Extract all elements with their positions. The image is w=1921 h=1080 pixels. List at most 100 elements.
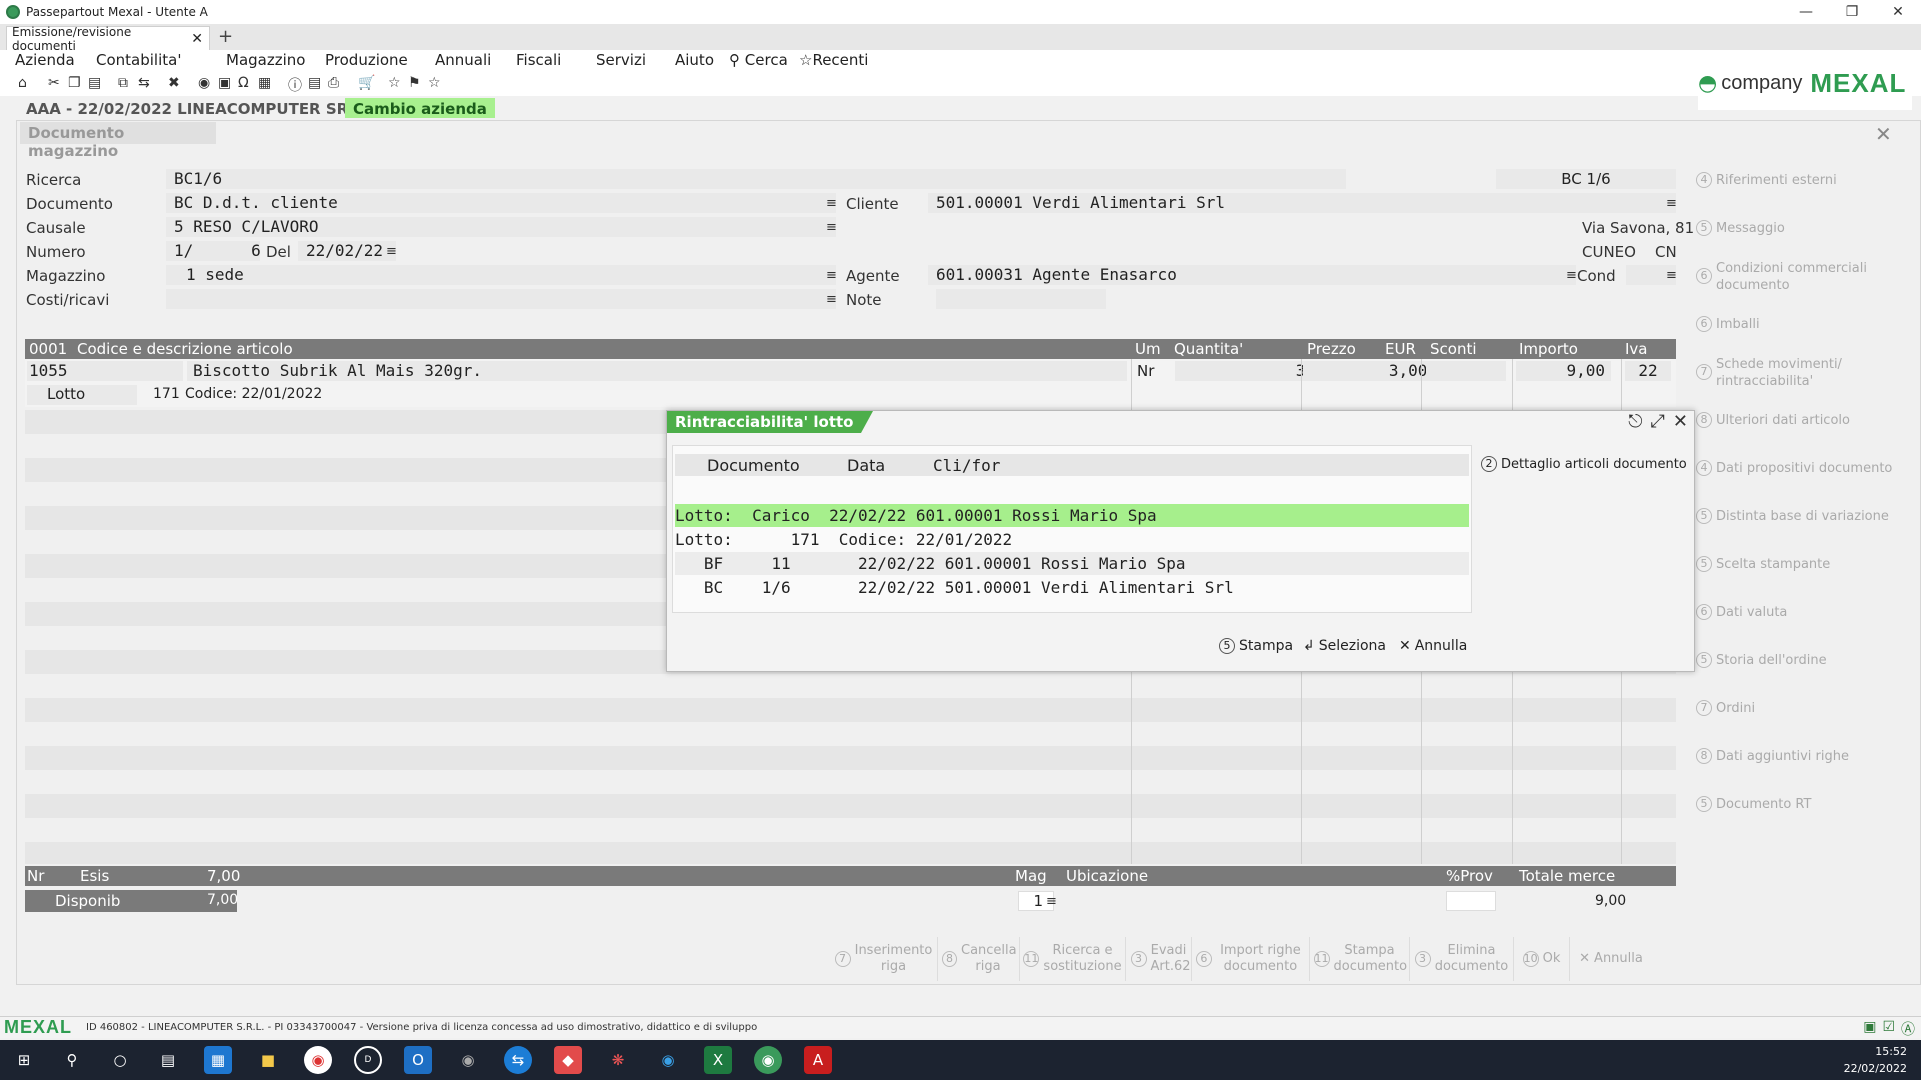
table-row[interactable]: 1055 Biscotto Subrik Al Mais 320gr. Nr 3…	[25, 359, 1676, 383]
cart-icon[interactable]: 🛒	[358, 75, 375, 91]
side-distinta-base[interactable]: 5 Distinta base di variazione	[1690, 508, 1916, 525]
notes-icon[interactable]: ▤	[308, 75, 321, 91]
side-scelta-stampante[interactable]: 5 Scelta stampante	[1690, 556, 1916, 573]
search-replace-button[interactable]: 11 Ricerca e sostituzione	[1020, 937, 1126, 981]
font-icon[interactable]: Ⓐ	[1901, 1019, 1915, 1039]
monitor-icon[interactable]: ▣	[1863, 1019, 1876, 1039]
delete-row-button[interactable]: 8 Cancella riga	[938, 937, 1020, 981]
copy-icon[interactable]: ❐	[68, 75, 81, 91]
menu-fiscali[interactable]: Fiscali	[516, 51, 561, 69]
change-company-button[interactable]: Cambio azienda	[345, 98, 495, 118]
magazzino-input[interactable]: 1 sede	[166, 265, 836, 285]
agente-menu-icon[interactable]: ≡	[1566, 268, 1577, 283]
documento-menu-icon[interactable]: ≡	[826, 196, 837, 211]
article-code[interactable]: 1055	[27, 361, 183, 381]
print-icon[interactable]: ⎙	[328, 75, 339, 91]
chrome-icon[interactable]: ◉	[304, 1046, 332, 1074]
side-ordini[interactable]: 7 Ordini	[1690, 700, 1916, 717]
outlook-icon[interactable]: O	[404, 1046, 432, 1074]
close-tab-icon[interactable]: ✕	[191, 31, 203, 47]
list-item[interactable]: Lotto: 171 Codice: 22/01/2022	[675, 528, 1469, 551]
side-condizioni-commerciali[interactable]: 6 Condizioni commerciali documento	[1690, 260, 1916, 294]
menu-produzione[interactable]: Produzione	[325, 51, 408, 69]
help-icon[interactable]: ⓘ	[288, 75, 302, 95]
side-messaggio[interactable]: 5 Messaggio	[1690, 220, 1916, 237]
menu-aiuto[interactable]: Aiuto	[675, 51, 714, 69]
folder-icon[interactable]: ■	[254, 1046, 282, 1074]
side-imballi[interactable]: 6 Imballi	[1690, 316, 1916, 333]
menu-magazzino[interactable]: Magazzino	[226, 51, 305, 69]
side-dati-propositivi[interactable]: 4 Dati propositivi documento	[1690, 460, 1916, 477]
cut-icon[interactable]: ✂	[48, 75, 60, 91]
cliente-input[interactable]: 501.00001 Verdi Alimentari Srl	[928, 193, 1676, 213]
camera-icon[interactable]: ◉	[198, 75, 210, 91]
restore-button[interactable]: ❐	[1829, 0, 1875, 24]
article-amount[interactable]: 9,00	[1516, 361, 1611, 381]
table-row[interactable]	[25, 842, 1676, 864]
star-outline-icon[interactable]: ☆	[428, 75, 441, 91]
app-icon[interactable]: ◉	[454, 1046, 482, 1074]
duplicate-icon[interactable]: ⧉	[118, 75, 128, 91]
list-item[interactable]: Lotto: Carico 22/02/22 601.00001 Rossi M…	[675, 504, 1469, 527]
date-menu-icon[interactable]: ≡	[386, 244, 397, 259]
tab-emissione[interactable]: Emissione/revisione documenti ✕	[6, 25, 210, 53]
home-icon[interactable]: ⌂	[18, 75, 27, 91]
cancel-dialog-button[interactable]: ✕ Annulla	[1395, 633, 1471, 659]
menu-azienda[interactable]: Azienda	[15, 51, 75, 69]
table-row[interactable]	[25, 746, 1676, 770]
acrobat-icon[interactable]: A	[804, 1046, 832, 1074]
cliente-menu-icon[interactable]: ≡	[1666, 196, 1677, 211]
menu-annuali[interactable]: Annuali	[435, 51, 491, 69]
side-documento-rt[interactable]: 5 Documento RT	[1690, 796, 1916, 813]
transfer-icon[interactable]: ⇆	[138, 75, 150, 91]
bookmark-icon[interactable]: ⚑	[408, 75, 421, 91]
side-dati-aggiuntivi[interactable]: 8 Dati aggiuntivi righe	[1690, 748, 1916, 765]
detail-articles-button[interactable]: 2 Dettaglio articoli documento	[1481, 451, 1691, 477]
article-quantity[interactable]: 3E	[1175, 361, 1319, 381]
article-discount[interactable]	[1426, 361, 1506, 381]
paste-icon[interactable]: ▤	[88, 75, 101, 91]
close-document-icon[interactable]: ✕	[1875, 122, 1892, 146]
side-storia-ordine[interactable]: 5 Storia dell'ordine	[1690, 652, 1916, 669]
task-view-icon[interactable]: ▤	[154, 1046, 182, 1074]
magazzino-menu-icon[interactable]: ≡	[826, 268, 837, 283]
costi-menu-icon[interactable]: ≡	[826, 292, 837, 307]
date-input[interactable]: 22/02/22	[298, 241, 396, 261]
table-row[interactable]: Lotto 171 Codice: 22/01/2022	[25, 383, 1676, 407]
article-iva[interactable]: 22	[1625, 361, 1671, 381]
close-icon[interactable]: ✕	[1673, 411, 1688, 432]
select-button[interactable]: ↲ Seleziona	[1299, 633, 1390, 659]
calendar-icon[interactable]: ☑	[1882, 1019, 1895, 1039]
calculator-icon[interactable]: ▦	[258, 75, 271, 91]
print-document-button[interactable]: 11 Stampa documento	[1310, 937, 1410, 981]
side-schede-movimenti[interactable]: 7 Schede movimenti/ rintracciabilita'	[1690, 356, 1916, 390]
anydesk-icon[interactable]: ◆	[554, 1046, 582, 1074]
clock[interactable]: 15:52 22/02/2022	[1844, 1043, 1907, 1077]
tools-icon[interactable]: ✖	[168, 75, 180, 91]
note-input[interactable]	[936, 289, 1106, 309]
table-row[interactable]	[25, 794, 1676, 818]
prov-input[interactable]	[1446, 891, 1496, 911]
excel-icon[interactable]: X	[704, 1046, 732, 1074]
menu-servizi[interactable]: Servizi	[596, 51, 646, 69]
cancel-button[interactable]: ✕ Annulla	[1570, 937, 1652, 981]
article-price[interactable]: 3,000	[1303, 361, 1443, 381]
numero-input[interactable]: 1/ 6	[166, 241, 261, 261]
pin-icon[interactable]: ⎋	[1628, 411, 1642, 432]
list-item[interactable]: BC 1/6 22/02/22 501.00001 Verdi Alimenta…	[675, 576, 1469, 599]
close-button[interactable]: ✕	[1875, 0, 1921, 24]
import-rows-button[interactable]: 6 Import righe documento	[1192, 937, 1310, 981]
evadi-button[interactable]: 3 Evadi Art.62	[1126, 937, 1192, 981]
agente-input[interactable]: 601.00031 Agente Enasarco	[928, 265, 1576, 285]
dell-icon[interactable]: D	[354, 1046, 382, 1074]
side-ulteriori-dati[interactable]: 8 Ulteriori dati articolo	[1690, 412, 1916, 429]
table-row[interactable]	[25, 698, 1676, 722]
menu-cerca[interactable]: ⚲ Cerca	[729, 51, 788, 69]
windows-start-icon[interactable]: ⊞	[10, 1046, 38, 1074]
ricerca-input[interactable]: BC1/6	[166, 169, 1346, 189]
side-dati-valuta[interactable]: 6 Dati valuta	[1690, 604, 1916, 621]
insert-row-button[interactable]: 7 Inserimento riga	[830, 937, 938, 981]
expand-icon[interactable]: ⤢	[1651, 411, 1665, 432]
favorite-icon[interactable]: ☆	[388, 75, 401, 91]
cortana-icon[interactable]: ○	[106, 1046, 134, 1074]
